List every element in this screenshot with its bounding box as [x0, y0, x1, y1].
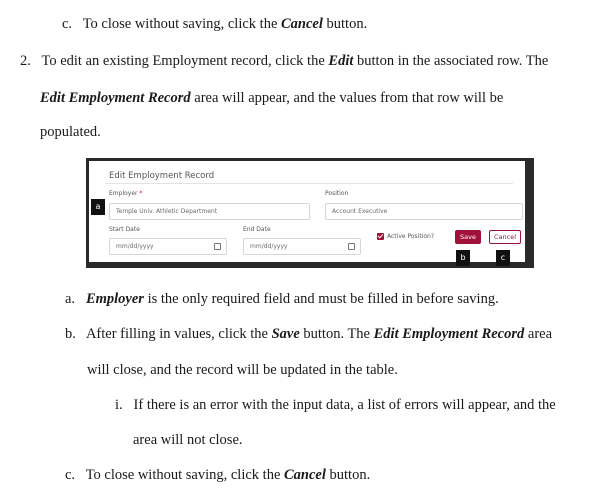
start-date-label: Start Date	[109, 226, 140, 233]
required-mark: *	[139, 190, 143, 197]
list-marker: 2.	[20, 53, 31, 69]
save-button[interactable]: Save	[455, 230, 481, 244]
list-marker: a.	[65, 291, 76, 307]
callout-b: b	[456, 250, 470, 266]
instruction-item-2-line3: populated.	[40, 124, 101, 140]
form-title: Edit Employment Record	[109, 171, 215, 181]
calendar-icon[interactable]	[214, 243, 221, 250]
end-date-label: End Date	[243, 226, 271, 233]
instruction-line-c-top: c. To close without saving, click the Ca…	[62, 16, 368, 32]
instruction-sub-b-i-line2: area will not close.	[133, 432, 243, 448]
end-date-field[interactable]: mm/dd/yyyy	[243, 238, 361, 255]
edit-employment-form: Edit Employment Record Employer * Temple…	[89, 161, 525, 262]
list-marker: c.	[62, 16, 73, 32]
instruction-sub-b-line2: will close, and the record will be updat…	[87, 362, 398, 378]
instruction-sub-b-line1: b. After filling in values, click the Sa…	[65, 326, 553, 342]
list-marker: b.	[65, 326, 76, 342]
employer-label: Employer *	[109, 190, 143, 197]
instruction-sub-b-i-line1: i. If there is an error with the input d…	[115, 397, 556, 413]
start-date-field[interactable]: mm/dd/yyyy	[109, 238, 227, 255]
employer-field[interactable]: Temple Univ. Athletic Department	[109, 203, 310, 220]
position-label: Position	[325, 190, 349, 197]
list-marker: i.	[115, 397, 123, 413]
cancel-button[interactable]: Cancel	[489, 230, 521, 244]
position-field[interactable]: Account Executive	[325, 203, 523, 220]
divider	[105, 183, 513, 184]
callout-a: a	[91, 199, 105, 215]
active-position-checkbox[interactable]	[377, 233, 384, 240]
callout-c: c	[496, 250, 510, 266]
instruction-sub-c: c. To close without saving, click the Ca…	[65, 467, 371, 483]
instruction-item-2-line1: 2. To edit an existing Employment record…	[20, 53, 549, 69]
instruction-sub-a: a. Employer is the only required field a…	[65, 291, 499, 307]
instruction-item-2-line2: Edit Employment Record area will appear,…	[40, 90, 504, 106]
calendar-icon[interactable]	[348, 243, 355, 250]
active-position-label: Active Position?	[387, 233, 435, 240]
list-marker: c.	[65, 467, 76, 483]
